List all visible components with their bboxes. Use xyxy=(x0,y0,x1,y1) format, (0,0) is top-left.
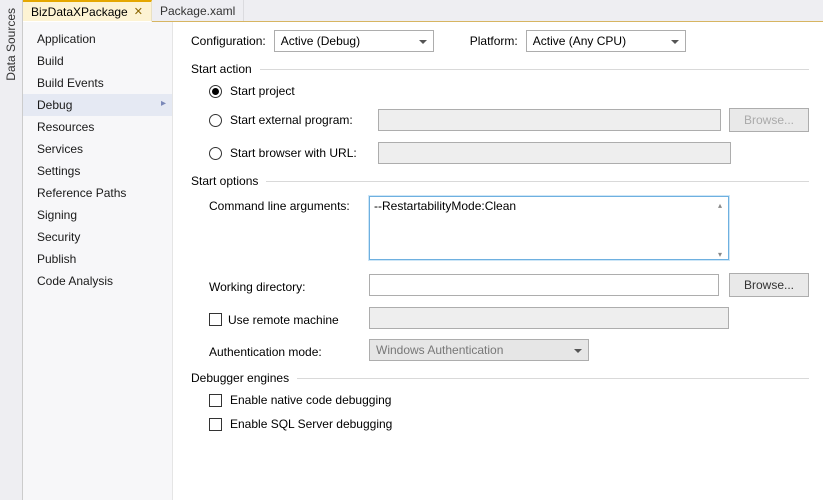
radio-start-external[interactable] xyxy=(209,114,222,127)
divider xyxy=(266,181,809,182)
browse-workdir-button[interactable]: Browse... xyxy=(729,273,809,297)
nav-reference-paths[interactable]: Reference Paths xyxy=(23,182,172,204)
nav-resources[interactable]: Resources xyxy=(23,116,172,138)
close-icon[interactable]: ✕ xyxy=(134,5,143,18)
radio-start-external-label: Start external program: xyxy=(230,113,370,127)
start-options-legend: Start options xyxy=(191,174,258,188)
radio-start-project-label: Start project xyxy=(230,84,295,98)
platform-label: Platform: xyxy=(470,34,518,48)
radio-start-browser[interactable] xyxy=(209,147,222,160)
start-action-legend: Start action xyxy=(191,62,252,76)
nav-publish[interactable]: Publish xyxy=(23,248,172,270)
nav-build-events[interactable]: Build Events xyxy=(23,72,172,94)
configuration-value: Active (Debug) xyxy=(281,34,360,48)
cmd-args-label: Command line arguments: xyxy=(209,196,359,213)
radio-start-browser-label: Start browser with URL: xyxy=(230,146,370,160)
workdir-input[interactable] xyxy=(369,274,719,296)
native-debug-checkbox[interactable] xyxy=(209,394,222,407)
tab-bizdataxpackage[interactable]: BizDataXPackage ✕ xyxy=(23,0,152,22)
project-properties-nav: Application Build Build Events Debug Res… xyxy=(23,22,173,500)
platform-value: Active (Any CPU) xyxy=(533,34,626,48)
external-program-input xyxy=(378,109,721,131)
remote-machine-checkbox[interactable] xyxy=(209,313,222,326)
remote-machine-input xyxy=(369,307,729,329)
workdir-label: Working directory: xyxy=(209,277,359,294)
radio-start-project[interactable] xyxy=(209,85,222,98)
auth-mode-label: Authentication mode: xyxy=(209,342,359,359)
sql-debug-label: Enable SQL Server debugging xyxy=(230,417,392,431)
configuration-dropdown[interactable]: Active (Debug) xyxy=(274,30,434,52)
nav-code-analysis[interactable]: Code Analysis xyxy=(23,270,172,292)
browser-url-input xyxy=(378,142,731,164)
sql-debug-checkbox[interactable] xyxy=(209,418,222,431)
native-debug-label: Enable native code debugging xyxy=(230,393,391,407)
divider xyxy=(260,69,809,70)
auth-mode-value: Windows Authentication xyxy=(376,343,503,357)
divider xyxy=(297,378,809,379)
tool-window-label: Data Sources xyxy=(4,6,18,83)
platform-dropdown[interactable]: Active (Any CPU) xyxy=(526,30,686,52)
document-tab-well: BizDataXPackage ✕ Package.xaml xyxy=(23,0,823,22)
auth-mode-dropdown: Windows Authentication xyxy=(369,339,589,361)
nav-application[interactable]: Application xyxy=(23,28,172,50)
nav-security[interactable]: Security xyxy=(23,226,172,248)
nav-services[interactable]: Services xyxy=(23,138,172,160)
tab-label: Package.xaml xyxy=(160,4,235,18)
nav-build[interactable]: Build xyxy=(23,50,172,72)
remote-machine-label: Use remote machine xyxy=(228,313,339,327)
browse-external-button: Browse... xyxy=(729,108,809,132)
nav-settings[interactable]: Settings xyxy=(23,160,172,182)
debugger-engines-legend: Debugger engines xyxy=(191,371,289,385)
configuration-label: Configuration: xyxy=(191,34,266,48)
tab-package-xaml[interactable]: Package.xaml xyxy=(152,0,244,21)
nav-debug[interactable]: Debug xyxy=(23,94,172,116)
nav-signing[interactable]: Signing xyxy=(23,204,172,226)
debug-page: Configuration: Active (Debug) Platform: … xyxy=(173,22,823,500)
tool-window-tab-data-sources[interactable]: Data Sources xyxy=(0,0,23,500)
tab-label: BizDataXPackage xyxy=(31,5,128,19)
cmd-args-input[interactable] xyxy=(369,196,729,260)
